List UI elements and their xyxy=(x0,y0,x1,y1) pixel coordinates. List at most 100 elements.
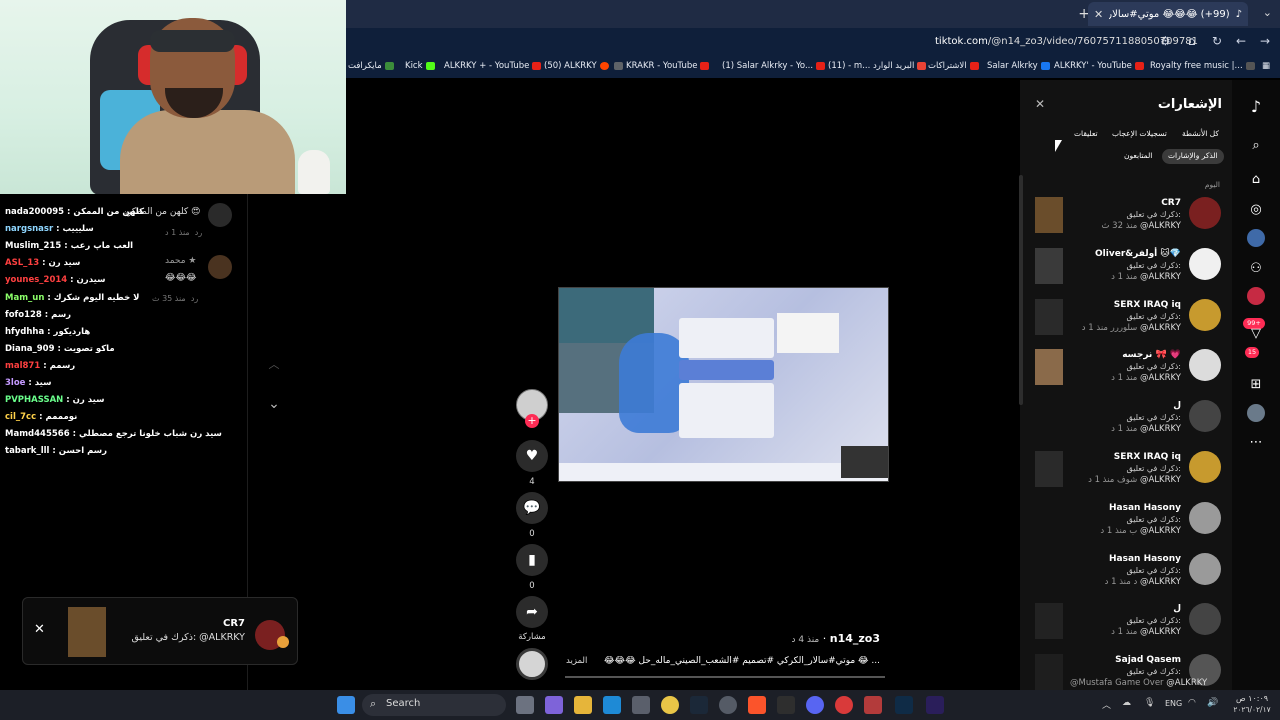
bookmark-item[interactable]: مايكرافت xyxy=(348,61,394,71)
notification-video-thumbnail[interactable] xyxy=(1035,247,1063,284)
following-icon[interactable]: ⚇ xyxy=(1245,258,1267,280)
inbox-icon[interactable]: ▽ xyxy=(1245,323,1267,345)
language-indicator[interactable]: ENG xyxy=(1165,699,1182,708)
bookmark-overflow-icon[interactable]: ▦ xyxy=(1262,61,1270,71)
profile-icon[interactable] xyxy=(1245,404,1267,426)
bookmark-item[interactable]: ALKRKY + - YouTube xyxy=(444,61,542,71)
copilot-icon[interactable] xyxy=(545,696,563,714)
follow-plus-icon[interactable]: + xyxy=(525,414,539,428)
like-button[interactable]: ♥ xyxy=(516,440,548,472)
app-icon[interactable] xyxy=(835,696,853,714)
notification-username[interactable]: SERX IRAQ iq xyxy=(1080,452,1181,462)
notification-username[interactable]: Oliver&أولفر 🐱💎 xyxy=(1080,249,1181,259)
tray-chevron-icon[interactable]: ︿ xyxy=(1102,698,1111,711)
next-video-chevron-icon[interactable]: ⌄ xyxy=(263,396,285,416)
tray-app-icon[interactable]: ☁ xyxy=(1122,698,1131,708)
explore-icon[interactable]: ◎ xyxy=(1245,199,1267,221)
notification-avatar[interactable] xyxy=(1189,400,1221,433)
notification-username[interactable]: CR7 xyxy=(1080,198,1181,208)
url-field[interactable]: tiktok.com/@n14_zo3/video/76075711880507… xyxy=(935,36,1198,47)
chip-comments[interactable]: تعليقات xyxy=(1068,127,1104,142)
task-view-icon[interactable] xyxy=(516,696,534,714)
bookmark-item[interactable]: (11) - m... البريد الوارد xyxy=(828,61,927,71)
active-tab[interactable]: ♪ (99+) 😂😂😂 موتي#سالار_الكر ✕ xyxy=(1088,2,1248,26)
tiktok-logo-icon[interactable]: ♪ xyxy=(1245,96,1267,118)
bookmark-item[interactable]: (50) ALKRKY xyxy=(544,61,609,71)
windows-start-icon[interactable] xyxy=(337,696,355,714)
chip-likes[interactable]: تسجيلات الإعجاب xyxy=(1106,127,1173,142)
notification-avatar[interactable] xyxy=(1189,298,1221,331)
back-arrow-icon[interactable]: → xyxy=(1260,34,1270,48)
caption-more-link[interactable]: المزيد xyxy=(566,656,587,666)
notification-username[interactable]: Sajad Qasem xyxy=(1080,655,1181,665)
video-author[interactable]: منذ 4 د · n14_zo3 xyxy=(760,632,881,645)
reload-icon[interactable]: ↻ xyxy=(1212,34,1222,48)
network-icon[interactable]: ◠ xyxy=(1188,698,1196,708)
notification-video-thumbnail[interactable] xyxy=(1035,451,1063,487)
notification-video-thumbnail[interactable] xyxy=(1035,197,1063,233)
previous-video-chevron-icon[interactable]: ︿ xyxy=(263,356,285,372)
notification-video-thumbnail[interactable] xyxy=(1035,603,1063,640)
home-icon[interactable]: ⌂ xyxy=(1245,169,1267,191)
brave-icon[interactable] xyxy=(748,696,766,714)
chip-mentions[interactable]: الذكر والإشارات xyxy=(1162,149,1224,164)
close-toast-icon[interactable]: ✕ xyxy=(34,622,45,637)
photoshop-icon[interactable] xyxy=(895,696,913,714)
notification-video-thumbnail[interactable] xyxy=(1035,349,1063,386)
video-player[interactable] xyxy=(558,287,889,482)
notification-username[interactable]: Hasan Hasony xyxy=(1080,503,1181,513)
app-icon[interactable] xyxy=(864,696,882,714)
profile-avatar-icon[interactable] xyxy=(1245,229,1267,251)
search-icon[interactable]: ⌕ xyxy=(1245,135,1267,157)
bookmark-item[interactable]: ALKRKY' - YouTube xyxy=(1054,61,1144,71)
steam-icon[interactable] xyxy=(690,696,708,714)
microphone-icon[interactable]: 🎙 xyxy=(1144,698,1155,708)
bookmark-item[interactable]: Royalty free music |... xyxy=(1150,61,1255,71)
file-explorer-icon[interactable] xyxy=(574,696,592,714)
panel-scrollbar[interactable] xyxy=(1019,175,1023,405)
notification-avatar[interactable] xyxy=(1189,197,1221,229)
reply-link[interactable]: رد xyxy=(195,228,202,237)
discord-icon[interactable] xyxy=(806,696,824,714)
music-disc-icon[interactable] xyxy=(516,648,548,680)
settings-icon[interactable] xyxy=(719,696,737,714)
volume-icon[interactable]: 🔊 xyxy=(1207,698,1218,708)
clock-time[interactable]: ١٠:٠٩ ص xyxy=(1232,694,1272,703)
bookmark-item[interactable]: Kick xyxy=(405,61,435,71)
notification-username[interactable]: Hasan Hasony xyxy=(1080,554,1181,564)
comment-button[interactable]: 💬 xyxy=(516,492,548,524)
live-icon[interactable] xyxy=(1245,287,1267,309)
notification-username[interactable]: SERX IRAQ iq xyxy=(1080,300,1181,310)
save-button[interactable]: ▮ xyxy=(516,544,548,576)
bookmark-item[interactable]: KRAKR - YouTube xyxy=(614,61,710,71)
chrome-icon[interactable] xyxy=(661,696,679,714)
close-tab-icon[interactable]: ✕ xyxy=(1094,8,1103,21)
edge-icon[interactable] xyxy=(603,696,621,714)
store-icon[interactable] xyxy=(632,696,650,714)
capcut-icon[interactable] xyxy=(777,696,795,714)
video-progress-bar[interactable] xyxy=(565,676,885,678)
bookmark-item[interactable]: Salar Alkrky xyxy=(987,61,1050,71)
notification-username[interactable]: نرجسه 🎀 💗 xyxy=(1080,350,1181,360)
chip-all-activity[interactable]: كل الأنشطة xyxy=(1176,127,1225,142)
close-panel-icon[interactable]: ✕ xyxy=(1032,97,1048,113)
notification-username[interactable]: ل xyxy=(1080,604,1181,614)
chip-followers[interactable]: المتابعون xyxy=(1118,149,1158,164)
bookmark-item[interactable]: الاشتراكات xyxy=(928,61,979,71)
forward-arrow-icon[interactable]: ← xyxy=(1236,34,1246,48)
share-button[interactable]: ➦ xyxy=(516,596,548,628)
tab-search-chevron-icon[interactable]: ⌄ xyxy=(1263,6,1272,19)
notification-avatar[interactable] xyxy=(1189,451,1221,483)
premiere-icon[interactable] xyxy=(926,696,944,714)
notification-video-thumbnail[interactable] xyxy=(1035,298,1063,335)
more-icon[interactable]: ⋯ xyxy=(1245,432,1267,454)
notification-avatar[interactable] xyxy=(1189,501,1221,534)
notification-video-thumbnail[interactable] xyxy=(1035,654,1063,691)
notification-avatar[interactable] xyxy=(1189,247,1221,280)
taskbar-search-box[interactable] xyxy=(362,694,506,716)
reply-link[interactable]: رد xyxy=(191,294,198,303)
notification-avatar[interactable] xyxy=(1189,552,1221,585)
bookmark-item[interactable]: (1) Salar Alkrky - Yo... xyxy=(722,61,826,71)
upload-icon[interactable]: ⊞ xyxy=(1245,374,1267,396)
notification-username[interactable]: ل xyxy=(1080,401,1181,411)
